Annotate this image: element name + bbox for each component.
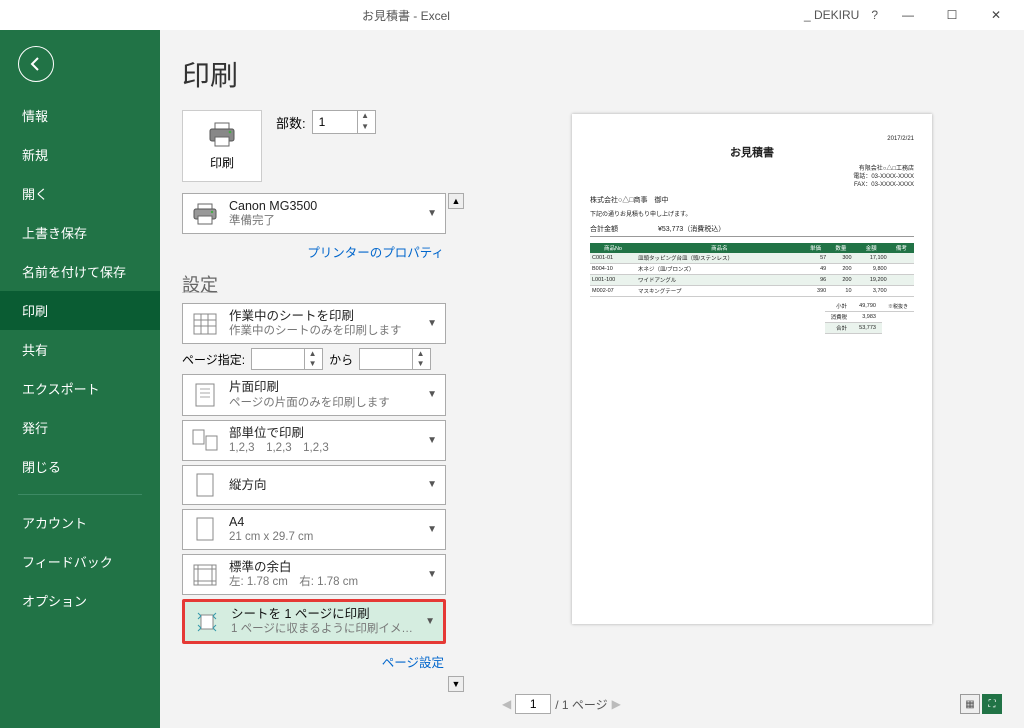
chevron-down-icon: ▼ <box>427 318 437 329</box>
doc-table: 商品No商品名単価数量金額備考C001-01皿頭タッピング台皿（頭/ステンレス）… <box>590 243 914 297</box>
sidebar-bottom-item-1[interactable]: フィードバック <box>0 542 160 581</box>
setting-selector-1[interactable]: 片面印刷ページの片面のみを印刷します ▼ <box>182 374 446 415</box>
help-button[interactable]: ? <box>871 8 878 22</box>
setting-selector-6[interactable]: シートを 1 ページに印刷1 ページに収まるように印刷イメ… ▼ <box>182 599 446 644</box>
backstage-sidebar: 情報新規開く上書き保存名前を付けて保存印刷共有エクスポート発行閉じる アカウント… <box>0 30 160 728</box>
setting-icon <box>191 471 219 499</box>
sidebar-item-3[interactable]: 上書き保存 <box>0 213 160 252</box>
settings-scrollbar[interactable]: ▲ ▼ <box>448 193 464 692</box>
chevron-down-icon: ▼ <box>427 479 437 490</box>
setting-icon <box>191 515 219 543</box>
sidebar-item-9[interactable]: 閉じる <box>0 447 160 486</box>
window-title: お見積書 - Excel <box>8 7 804 24</box>
chevron-down-icon: ▼ <box>427 208 437 219</box>
sidebar-item-4[interactable]: 名前を付けて保存 <box>0 252 160 291</box>
next-page-button[interactable]: ▶ <box>612 697 621 711</box>
close-button[interactable]: ✕ <box>976 1 1016 29</box>
setting-subtitle: 作業中のシートのみを印刷します <box>229 324 417 339</box>
setting-subtitle: 1,2,3 1,2,3 1,2,3 <box>229 441 417 456</box>
printer-properties-link[interactable]: プリンターのプロパティ <box>182 238 446 265</box>
printer-name: Canon MG3500 <box>229 198 417 214</box>
setting-title: 縦方向 <box>229 477 417 493</box>
doc-title: お見積書 <box>590 144 914 160</box>
chevron-down-icon: ▼ <box>425 616 435 627</box>
settings-heading: 設定 <box>182 271 446 297</box>
copies-input[interactable] <box>313 113 357 131</box>
sidebar-item-0[interactable]: 情報 <box>0 96 160 135</box>
doc-total-label: 合計金額 <box>590 224 618 234</box>
setting-title: 部単位で印刷 <box>229 425 417 441</box>
sidebar-item-8[interactable]: 発行 <box>0 408 160 447</box>
setting-icon <box>193 608 221 636</box>
chevron-down-icon: ▼ <box>427 524 437 535</box>
page-heading: 印刷 <box>182 54 468 94</box>
prev-page-button[interactable]: ◀ <box>502 697 511 711</box>
setting-selector-0[interactable]: 作業中のシートを印刷作業中のシートのみを印刷します ▼ <box>182 303 446 344</box>
chevron-down-icon: ▼ <box>427 435 437 446</box>
sidebar-item-7[interactable]: エクスポート <box>0 369 160 408</box>
setting-selector-5[interactable]: 標準の余白左: 1.78 cm 右: 1.78 cm ▼ <box>182 554 446 595</box>
sidebar-bottom-item-2[interactable]: オプション <box>0 581 160 620</box>
doc-summary: 小計49,790※税抜き消費税3,983合計53,773 <box>590 301 914 334</box>
print-button-label: 印刷 <box>210 154 234 171</box>
doc-date: 2017/2/21 <box>590 136 914 142</box>
doc-note: 下記の通りお見積もり申し上げます。 <box>590 209 914 218</box>
scroll-down-icon[interactable]: ▼ <box>448 676 464 692</box>
print-settings-panel: 印刷 印刷 部数: ▲▼ Canon MG3500準備完了 <box>160 30 468 728</box>
printer-icon <box>191 200 219 228</box>
setting-subtitle: 1 ページに収まるように印刷イメ… <box>231 622 415 637</box>
user-label[interactable]: _ DEKIRU <box>804 8 859 22</box>
printer-status: 準備完了 <box>229 214 417 229</box>
setting-selector-3[interactable]: 縦方向 ▼ <box>182 465 446 505</box>
maximize-button[interactable]: ☐ <box>932 1 972 29</box>
setting-selector-4[interactable]: A421 cm x 29.7 cm ▼ <box>182 509 446 550</box>
print-preview-panel: 2017/2/21 お見積書 有限会社○△□工務店電話：03-XXXX-XXXX… <box>468 30 1024 728</box>
chevron-down-icon: ▼ <box>427 389 437 400</box>
sidebar-bottom-item-0[interactable]: アカウント <box>0 503 160 542</box>
setting-selector-2[interactable]: 部単位で印刷1,2,3 1,2,3 1,2,3 ▼ <box>182 420 446 461</box>
title-bar: お見積書 - Excel _ DEKIRU ? — ☐ ✕ <box>0 0 1024 30</box>
printer-icon <box>207 122 237 148</box>
copies-spinner[interactable]: ▲▼ <box>312 110 376 134</box>
scroll-up-icon[interactable]: ▲ <box>448 193 464 209</box>
sidebar-item-1[interactable]: 新規 <box>0 135 160 174</box>
setting-subtitle: 左: 1.78 cm 右: 1.78 cm <box>229 575 417 590</box>
chevron-down-icon: ▼ <box>427 569 437 580</box>
setting-icon <box>191 426 219 454</box>
setting-title: 標準の余白 <box>229 559 417 575</box>
sidebar-item-5[interactable]: 印刷 <box>0 291 160 330</box>
sidebar-item-6[interactable]: 共有 <box>0 330 160 369</box>
chevron-down-icon[interactable]: ▼ <box>357 122 373 133</box>
doc-total-value: ¥53,773（消費税込） <box>658 224 725 234</box>
printer-selector[interactable]: Canon MG3500準備完了 ▼ <box>182 193 446 234</box>
setting-icon <box>191 561 219 589</box>
setting-title: 作業中のシートを印刷 <box>229 308 417 324</box>
chevron-up-icon[interactable]: ▲ <box>357 111 373 122</box>
page-from-input[interactable]: ▲▼ <box>251 348 323 370</box>
back-button[interactable] <box>18 46 54 82</box>
zoom-to-page-button[interactable]: ⛶ <box>982 694 1002 714</box>
setting-title: 片面印刷 <box>229 379 417 395</box>
print-button[interactable]: 印刷 <box>182 110 262 182</box>
minimize-button[interactable]: — <box>888 1 928 29</box>
page-range-to: から <box>329 351 353 368</box>
page-number-input[interactable] <box>515 694 551 714</box>
preview-page: 2017/2/21 お見積書 有限会社○△□工務店電話：03-XXXX-XXXX… <box>572 114 932 624</box>
page-total-label: / 1 ページ <box>555 696 607 713</box>
setting-subtitle: 21 cm x 29.7 cm <box>229 530 417 545</box>
copies-label: 部数: <box>276 113 306 132</box>
page-to-input[interactable]: ▲▼ <box>359 348 431 370</box>
setting-title: A4 <box>229 514 417 530</box>
setting-icon <box>191 310 219 338</box>
page-range-label: ページ指定: <box>182 351 245 368</box>
page-setup-link[interactable]: ページ設定 <box>182 648 446 675</box>
setting-title: シートを 1 ページに印刷 <box>231 606 415 622</box>
setting-subtitle: ページの片面のみを印刷します <box>229 396 417 411</box>
show-margins-button[interactable]: ▦ <box>960 694 980 714</box>
page-range-row: ページ指定: ▲▼ から ▲▼ <box>182 348 446 370</box>
arrow-left-icon <box>28 56 44 72</box>
sidebar-item-2[interactable]: 開く <box>0 174 160 213</box>
setting-icon <box>191 381 219 409</box>
doc-client: 株式会社○△□商事 御中 <box>590 195 914 205</box>
